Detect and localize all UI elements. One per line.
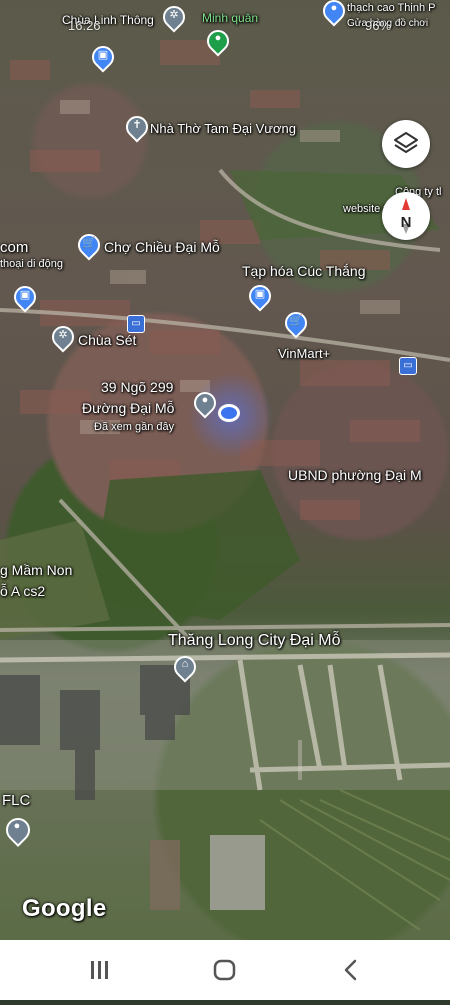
home-button[interactable]	[185, 940, 265, 1000]
navigation-bar	[0, 940, 450, 1000]
compass-button[interactable]: N	[382, 192, 430, 240]
place-label-cho-chieu[interactable]: Chợ Chiều Đại Mỗ	[104, 239, 220, 255]
google-logo: Google	[22, 895, 107, 922]
place-label-flc[interactable]: FLC	[2, 792, 30, 810]
place-pin-icon[interactable]: ●	[202, 25, 234, 57]
temple-pin-icon[interactable]: ✲	[47, 321, 79, 353]
address-label-line2[interactable]: Đường Đại Mỗ	[82, 400, 174, 416]
place-label-thang-long[interactable]: Thăng Long City Đại Mỗ	[168, 632, 341, 650]
saved-location-pin-icon[interactable]: ●	[189, 387, 221, 419]
place-label-thoai[interactable]: thoại di động	[0, 258, 63, 270]
layers-button[interactable]	[382, 120, 430, 168]
address-label-line1[interactable]: 39 Ngõ 299	[101, 379, 173, 395]
place-label-mam-non-2[interactable]: ỗ A cs2	[0, 583, 45, 599]
shopping-bag-pin-icon[interactable]: ▣	[87, 41, 119, 73]
shopping-bag-pin-icon[interactable]: ▣	[244, 280, 276, 312]
place-pin-icon[interactable]: ●	[1, 813, 35, 848]
status-bar: 16:26 96%	[0, 0, 450, 33]
place-label-tap-hoa[interactable]: Tạp hóa Cúc Thắng	[242, 263, 366, 279]
government-building-pin-icon[interactable]: ⌂	[169, 651, 201, 683]
shopping-cart-pin-icon[interactable]: 🛒	[73, 229, 105, 261]
place-label-com[interactable]: com	[0, 239, 28, 257]
status-time: 16:26	[68, 18, 101, 33]
bus-stop-icon[interactable]: ▭	[399, 357, 417, 375]
home-icon	[213, 959, 236, 981]
church-pin-icon[interactable]: ✝	[121, 111, 153, 143]
shopping-bag-pin-icon[interactable]: ▣	[9, 281, 41, 313]
address-label-recent: Đã xem gần đây	[94, 421, 175, 433]
shopping-cart-pin-icon[interactable]: 🛒	[280, 307, 312, 339]
layers-icon	[394, 132, 418, 153]
bus-stop-icon[interactable]: ▭	[127, 315, 145, 333]
back-button[interactable]	[310, 940, 390, 1000]
back-icon	[344, 959, 357, 981]
recent-apps-icon	[91, 961, 108, 979]
place-label-ubnd[interactable]: UBND phường Đại M	[288, 467, 422, 483]
status-battery: 96%	[365, 18, 392, 33]
place-label-chua-set[interactable]: Chùa Sét	[78, 332, 136, 348]
place-label-vinmart[interactable]: VinMart+	[278, 346, 330, 361]
recent-apps-button[interactable]	[60, 940, 140, 1000]
compass-north-label: N	[400, 214, 412, 231]
current-location-dot[interactable]	[218, 404, 240, 422]
place-label-mam-non-1[interactable]: g Mầm Non	[0, 562, 72, 578]
place-label-nha-tho[interactable]: Nhà Thờ Tam Đại Vương	[150, 121, 296, 136]
